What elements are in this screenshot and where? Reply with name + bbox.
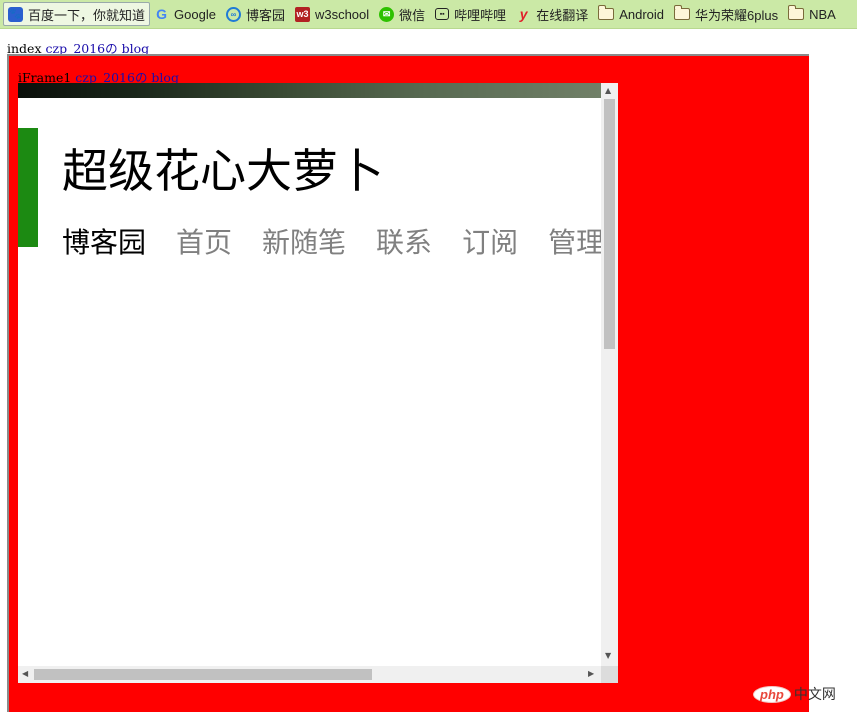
- bilibili-icon: ▪▪: [435, 8, 450, 20]
- bookmark-folder-android[interactable]: Android: [594, 3, 670, 25]
- scroll-right-arrow-icon[interactable]: ▶: [588, 669, 594, 678]
- vertical-scroll-thumb[interactable]: [604, 99, 615, 349]
- bookmark-baidu[interactable]: 🐾 百度一下，你就知道: [3, 2, 151, 26]
- google-icon: G: [156, 6, 167, 22]
- php-logo: php: [754, 686, 790, 702]
- blog-title[interactable]: 超级花心大萝卜: [62, 135, 384, 201]
- bookmark-bilibili[interactable]: ▪▪ 哔哩哔哩: [431, 3, 512, 25]
- nav-manage[interactable]: 管理: [548, 221, 604, 261]
- bookmark-label: 在线翻译: [536, 7, 589, 23]
- nav-cnblogs[interactable]: 博客园: [62, 221, 146, 261]
- php-cn-watermark: php 中文网: [754, 684, 836, 704]
- folder-icon: [597, 5, 615, 20]
- nav-home[interactable]: 首页: [176, 221, 232, 261]
- bookmark-label: 华为荣耀6plus: [695, 7, 779, 23]
- wechat-icon: ✉: [379, 6, 395, 22]
- bookmark-label: 博客园: [245, 7, 285, 23]
- w3school-icon: w3: [294, 6, 310, 22]
- vertical-scrollbar[interactable]: ▲ ▼: [601, 83, 618, 666]
- folder-icon: [673, 5, 691, 20]
- bookmark-label: Google: [174, 6, 216, 22]
- horizontal-scrollbar[interactable]: ◀ ▶: [18, 666, 601, 683]
- nav-subscribe[interactable]: 订阅: [462, 221, 518, 261]
- embedded-blog-frame: 超级花心大萝卜 博客园 首页 新随笔 联系 订阅 管理 ▲ ▼ ◀ ▶: [18, 83, 618, 683]
- horizontal-scroll-thumb[interactable]: [34, 669, 372, 680]
- bookmark-folder-nba[interactable]: NBA: [784, 3, 842, 25]
- nav-contact[interactable]: 联系: [376, 221, 432, 261]
- blog-nav: 博客园 首页 新随笔 联系 订阅 管理: [62, 221, 618, 261]
- scroll-left-arrow-icon[interactable]: ◀: [22, 669, 28, 678]
- cnblogs-icon: ∞: [225, 6, 241, 22]
- bookmark-label: w3school: [314, 6, 370, 22]
- youdao-icon: y: [519, 6, 528, 22]
- header-banner: [18, 83, 601, 98]
- bookmark-wechat[interactable]: ✉ 微信: [375, 3, 431, 25]
- bookmark-w3school[interactable]: w3 w3school: [291, 3, 375, 25]
- folder-icon: [787, 5, 805, 20]
- bookmark-google[interactable]: G Google: [150, 3, 222, 25]
- bookmark-cnblogs[interactable]: ∞ 博客园: [222, 3, 291, 25]
- bookmark-label: 百度一下，你就知道: [28, 7, 146, 23]
- scrollbar-corner: [601, 666, 618, 683]
- scroll-up-arrow-icon[interactable]: ▲: [605, 86, 611, 95]
- bookmark-label: 哔哩哔哩: [454, 7, 507, 23]
- bookmark-label: Android: [619, 6, 665, 22]
- bookmark-folder-huawei[interactable]: 华为荣耀6plus: [670, 3, 784, 25]
- bookmark-label: NBA: [809, 6, 836, 22]
- iframe-container: iFrame1 czp_2016の blog 超级花心大萝卜 博客园 首页 新随…: [7, 54, 809, 712]
- scroll-down-arrow-icon[interactable]: ▼: [605, 651, 611, 660]
- nav-new-post[interactable]: 新随笔: [262, 221, 346, 261]
- watermark-text: 中文网: [793, 686, 836, 702]
- bookmark-label: 微信: [399, 7, 426, 23]
- title-accent-bar: [18, 128, 38, 247]
- bookmarks-bar: 🐾 百度一下，你就知道 G Google ∞ 博客园 w3 w3school ✉…: [0, 0, 857, 29]
- bookmark-translate[interactable]: y 在线翻译: [512, 3, 594, 25]
- baidu-paw-icon: 🐾: [8, 6, 23, 22]
